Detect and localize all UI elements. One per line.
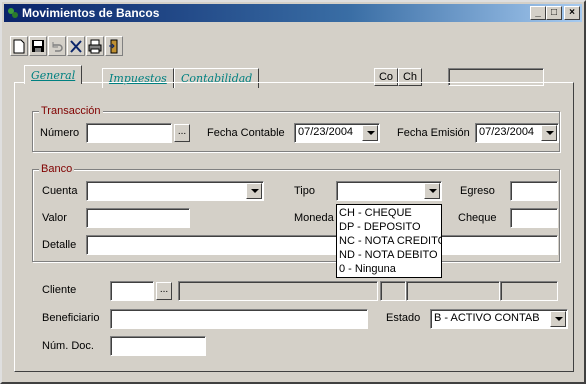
- tipo-label: Tipo: [294, 185, 315, 197]
- cheque-label: Cheque: [458, 212, 497, 224]
- new-file-icon: [13, 39, 25, 54]
- window-title: Movimientos de Bancos: [22, 6, 160, 20]
- print-icon: [88, 39, 102, 54]
- cuenta-select[interactable]: [86, 181, 264, 201]
- tipo-option[interactable]: 0 - Ninguna: [337, 262, 441, 276]
- print-button[interactable]: [86, 36, 104, 56]
- tipo-option[interactable]: DP - DEPOSITO: [337, 220, 441, 234]
- ellipsis-icon: ...: [177, 126, 187, 137]
- tab-general[interactable]: General: [24, 65, 83, 84]
- cliente-extra-field-1: [380, 281, 406, 301]
- cliente-input[interactable]: [110, 281, 154, 301]
- valor-input[interactable]: [86, 208, 190, 228]
- numero-input[interactable]: [86, 123, 172, 143]
- exit-door-icon: [109, 39, 118, 54]
- cliente-lookup-button[interactable]: ...: [156, 282, 172, 300]
- tipo-select[interactable]: [336, 181, 442, 201]
- minimize-button[interactable]: _: [530, 6, 546, 20]
- fecha-emision-value: 07/23/2004: [479, 126, 535, 138]
- chevron-down-icon[interactable]: [362, 125, 378, 141]
- egreso-input[interactable]: [510, 181, 558, 201]
- tipo-option[interactable]: NC - NOTA CREDITO: [337, 234, 441, 248]
- chevron-down-icon[interactable]: [246, 183, 262, 199]
- cliente-extra-field-2: [406, 281, 500, 301]
- delete-button[interactable]: [67, 36, 85, 56]
- transaccion-legend: Transacción: [39, 105, 103, 117]
- new-button[interactable]: [10, 36, 28, 56]
- chevron-down-icon[interactable]: [550, 311, 566, 327]
- estado-value: B - ACTIVO CONTAB: [434, 312, 540, 324]
- detalle-label: Detalle: [42, 239, 77, 251]
- num-doc-label: Núm. Doc.: [42, 340, 94, 352]
- tipo-dropdown-list: CH - CHEQUE DP - DEPOSITO NC - NOTA CRED…: [336, 204, 442, 278]
- estado-select[interactable]: B - ACTIVO CONTAB: [430, 309, 568, 329]
- minimize-icon: _: [535, 7, 541, 18]
- fecha-emision-label: Fecha Emisión: [397, 127, 470, 139]
- egreso-label: Egreso: [460, 185, 495, 197]
- fecha-contable-picker[interactable]: 07/23/2004: [294, 123, 380, 143]
- moneda-label: Moneda: [294, 212, 334, 224]
- fecha-contable-value: 07/23/2004: [298, 126, 354, 138]
- banco-legend: Banco: [39, 163, 75, 175]
- fecha-contable-label: Fecha Contable: [207, 127, 285, 139]
- maximize-button[interactable]: □: [546, 6, 562, 20]
- chevron-down-icon[interactable]: [424, 183, 440, 199]
- cheque-input[interactable]: [510, 208, 558, 228]
- maximize-icon: □: [550, 7, 558, 18]
- estado-label: Estado: [386, 312, 421, 324]
- numero-label: Número: [40, 127, 80, 139]
- beneficiario-input[interactable]: [110, 309, 368, 329]
- exit-button[interactable]: [105, 36, 123, 56]
- cliente-extra-field-3: [500, 281, 558, 301]
- close-button[interactable]: ×: [564, 6, 580, 20]
- tab-label: General: [31, 69, 76, 82]
- save-button[interactable]: [29, 36, 47, 56]
- app-icon: [7, 7, 19, 19]
- cuenta-label: Cuenta: [42, 185, 78, 197]
- fecha-emision-picker[interactable]: 07/23/2004: [475, 123, 559, 143]
- chevron-down-icon[interactable]: [541, 125, 557, 141]
- ellipsis-icon: ...: [159, 284, 169, 295]
- detalle-input[interactable]: [86, 235, 558, 255]
- save-disk-icon: [32, 40, 44, 52]
- undo-button[interactable]: [48, 36, 66, 56]
- close-icon: ×: [569, 7, 575, 18]
- title-bar[interactable]: Movimientos de Bancos _ □ ×: [4, 4, 582, 22]
- numero-lookup-button[interactable]: ...: [174, 124, 190, 142]
- num-doc-input[interactable]: [110, 336, 206, 356]
- app-window: Movimientos de Bancos _ □ × General Impu…: [0, 0, 586, 384]
- delete-x-icon: [70, 40, 82, 53]
- beneficiario-label: Beneficiario: [42, 312, 100, 324]
- undo-icon: [52, 42, 63, 52]
- cliente-name-field: [178, 281, 378, 301]
- valor-label: Valor: [42, 212, 67, 224]
- cliente-label: Cliente: [42, 284, 77, 296]
- tipo-option[interactable]: ND - NOTA DEBITO: [337, 248, 441, 262]
- tipo-option[interactable]: CH - CHEQUE: [337, 206, 441, 220]
